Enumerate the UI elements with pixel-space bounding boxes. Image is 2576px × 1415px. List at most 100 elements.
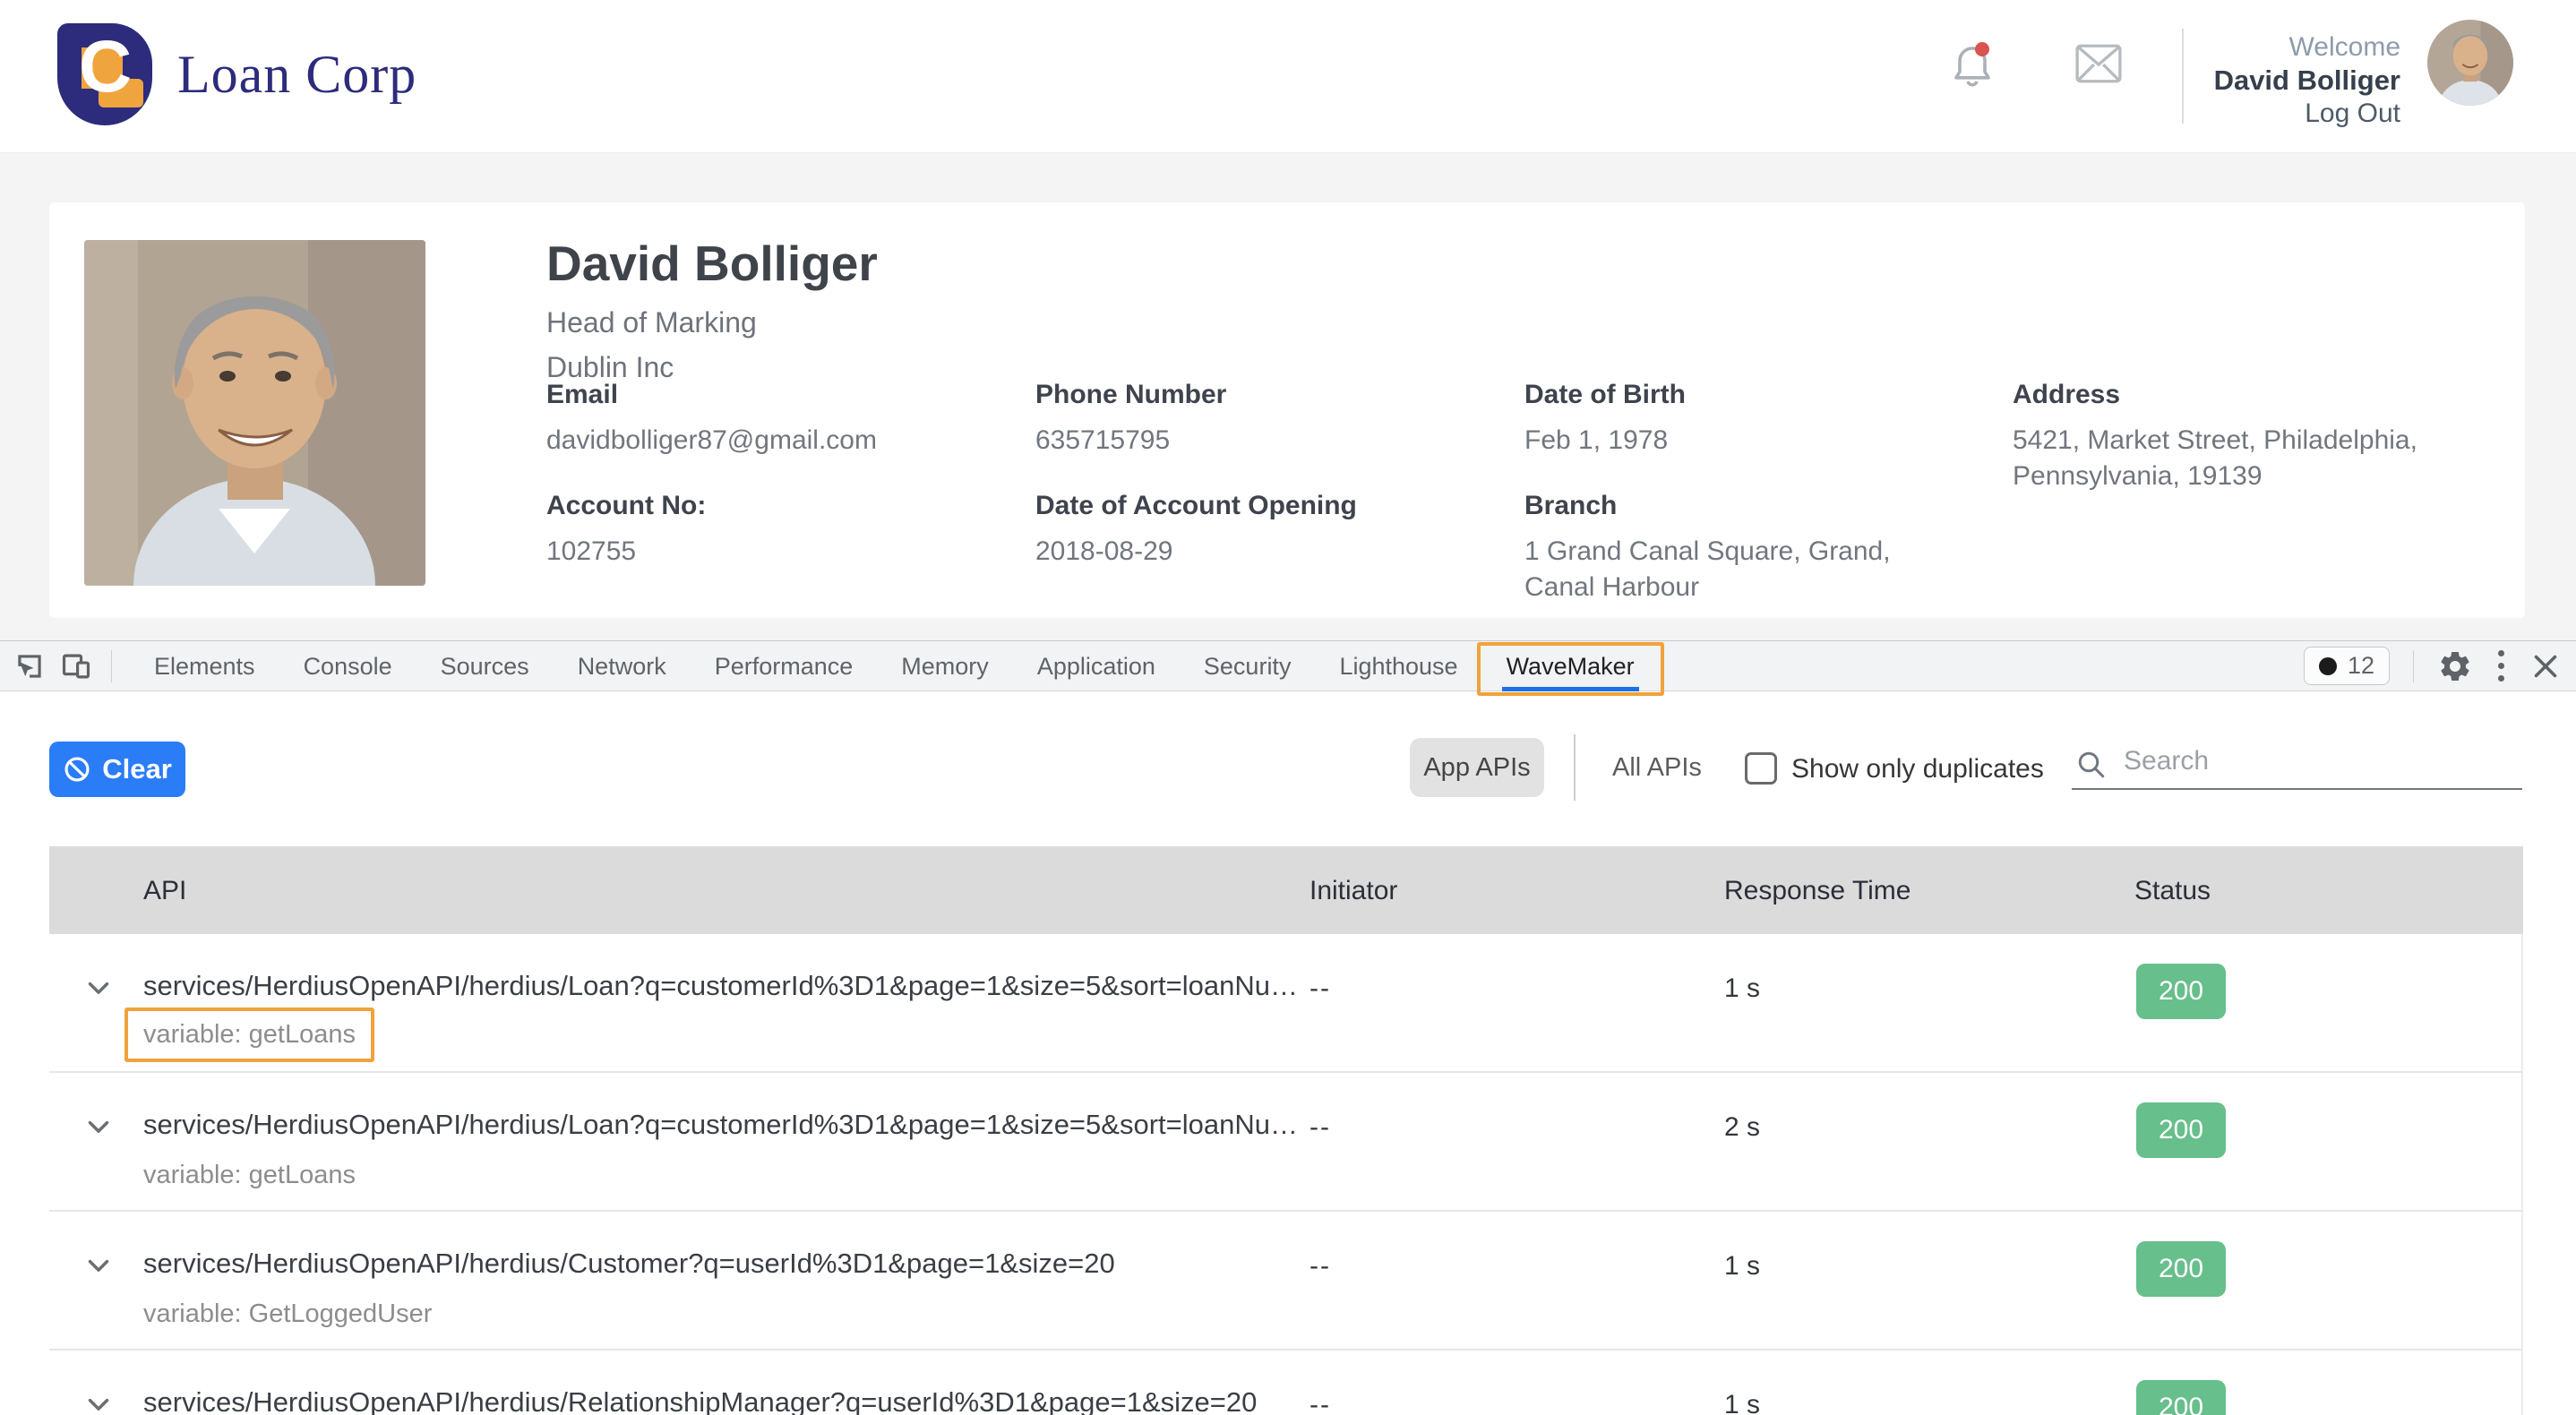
chevron-down-icon[interactable] [82,1249,116,1283]
profile-name: David Bolliger [546,235,878,292]
api-url: services/HerdiusOpenAPI/herdius/Loan?q=c… [143,1109,1298,1141]
devtools-tabs: Elements Console Sources Network Perform… [130,641,1659,691]
field-value-phone: 635715795 [1035,423,1170,459]
all-apis-button[interactable]: All APIs [1603,738,1711,797]
field-label-address: Address [2013,380,2120,410]
active-tab-underline [1502,687,1639,691]
devtools-toolbar-right: 12 [2304,647,2576,685]
close-icon[interactable] [2529,650,2562,682]
table-row[interactable]: services/HerdiusOpenAPI/herdius/Relation… [49,1351,2523,1415]
field-label-dob: Date of Birth [1524,380,1686,410]
devtools-tab-security[interactable]: Security [1180,641,1316,691]
response-time-value: 1 s [1724,973,1760,1004]
initiator-value: -- [1309,1390,1331,1415]
kebab-menu-icon[interactable] [2494,647,2508,685]
search-icon [2075,749,2108,781]
table-row[interactable]: services/HerdiusOpenAPI/herdius/Loan?q=c… [49,934,2523,1073]
chevron-down-icon[interactable] [82,1388,116,1415]
api-url: services/HerdiusOpenAPI/herdius/Customer… [143,1248,1115,1280]
search-field [2072,742,2522,790]
api-variable: variable: getLoans [143,1161,356,1190]
status-badge: 200 [2136,964,2226,1019]
brand-logo-text: Loan Corp [177,44,416,106]
field-value-dob: Feb 1, 1978 [1524,423,1668,459]
header-divider [2182,29,2184,124]
field-label-account-no: Account No: [546,491,706,521]
devtools-tab-lighthouse[interactable]: Lighthouse [1315,641,1481,691]
devtools-tab-wavemaker[interactable]: WaveMaker [1482,641,1659,691]
response-time-value: 1 s [1724,1390,1760,1415]
app-apis-button[interactable]: App APIs [1410,738,1544,797]
column-header-initiator: Initiator [1309,876,1397,906]
devtools-tab-application[interactable]: Application [1013,641,1180,691]
field-label-branch: Branch [1524,491,1617,521]
column-header-api: API [143,876,186,906]
messages-mail-icon[interactable] [2074,43,2123,84]
segment-divider [1574,734,1576,801]
column-header-response-time: Response Time [1724,876,1911,906]
devtools-tab-sources[interactable]: Sources [416,641,554,691]
status-badge: 200 [2136,1380,2226,1415]
devtools-tab-performance[interactable]: Performance [691,641,878,691]
table-row[interactable]: services/HerdiusOpenAPI/herdius/Loan?q=c… [49,1073,2523,1212]
api-variable: variable: GetLoggedUser [143,1299,432,1329]
devtools-tab-elements[interactable]: Elements [130,641,279,691]
chevron-down-icon[interactable] [82,972,116,1006]
show-only-duplicates-label[interactable]: Show only duplicates [1791,754,2044,785]
issue-dot-icon [2319,657,2337,675]
devtools-tab-memory[interactable]: Memory [877,641,1013,691]
devtools-panel: Elements Console Sources Network Perform… [0,640,2576,1415]
response-time-value: 1 s [1724,1251,1760,1282]
field-value-account-no: 102755 [546,534,636,570]
table-header-row: API Initiator Response Time Status [49,846,2523,934]
brand-logo-icon: C [57,23,152,125]
devtools-tab-bar: Elements Console Sources Network Perform… [0,641,2576,691]
field-value-account-opening: 2018-08-29 [1035,534,1172,570]
logout-link[interactable]: Log Out [2214,97,2400,130]
clear-button[interactable]: Clear [49,742,185,797]
status-badge: 200 [2136,1102,2226,1158]
welcome-text: Welcome [2214,30,2400,64]
initiator-value: -- [1309,973,1331,1004]
toolbar-divider [111,650,112,682]
show-only-duplicates-checkbox[interactable] [1745,752,1777,785]
field-label-account-opening: Date of Account Opening [1035,491,1357,521]
issues-count-badge[interactable]: 12 [2304,647,2390,685]
initiator-value: -- [1309,1112,1331,1143]
api-url: services/HerdiusOpenAPI/herdius/Relation… [143,1386,1257,1415]
field-label-email: Email [546,380,618,410]
profile-photo [84,240,425,586]
user-display-name: David Bolliger [2214,64,2400,97]
profile-title: Head of Marking [546,306,757,339]
devtools-tab-network[interactable]: Network [554,641,691,691]
brand-logo[interactable]: C Loan Corp [57,23,416,125]
inspect-element-icon[interactable] [13,649,47,683]
table-row[interactable]: services/HerdiusOpenAPI/herdius/Customer… [49,1212,2523,1351]
customer-profile-card: David Bolliger Head of Marking Dublin In… [49,202,2525,618]
column-header-status: Status [2134,876,2211,906]
status-badge: 200 [2136,1241,2226,1297]
field-value-address: 5421, Market Street, Philadelphia, Penns… [2013,423,2443,494]
gear-icon[interactable] [2437,648,2473,684]
api-table: API Initiator Response Time Status servi… [49,846,2523,1415]
initiator-value: -- [1309,1251,1331,1282]
user-block: Welcome David Bolliger Log Out [2214,30,2400,130]
devtools-tab-console[interactable]: Console [279,641,416,691]
notifications-bell-icon[interactable] [1949,38,1996,95]
avatar-image [2427,20,2513,106]
user-avatar[interactable] [2427,20,2513,106]
page: C Loan Corp Welcome David Bolliger Log O… [0,0,2576,1415]
field-label-phone: Phone Number [1035,380,1226,410]
api-variable: variable: getLoans [143,1020,356,1049]
field-value-email: davidbolliger87@gmail.com [546,423,877,459]
device-toolbar-icon[interactable] [59,649,93,683]
chevron-down-icon[interactable] [82,1111,116,1145]
response-time-value: 2 s [1724,1112,1760,1143]
app-header: C Loan Corp Welcome David Bolliger Log O… [0,0,2576,153]
notification-dot [1975,42,1989,56]
toolbar-divider [2413,650,2414,682]
field-value-branch: 1 Grand Canal Square, Grand, Canal Harbo… [1524,534,1945,605]
search-input[interactable] [2122,745,2511,777]
block-icon [63,755,91,784]
api-url: services/HerdiusOpenAPI/herdius/Loan?q=c… [143,970,1298,1002]
